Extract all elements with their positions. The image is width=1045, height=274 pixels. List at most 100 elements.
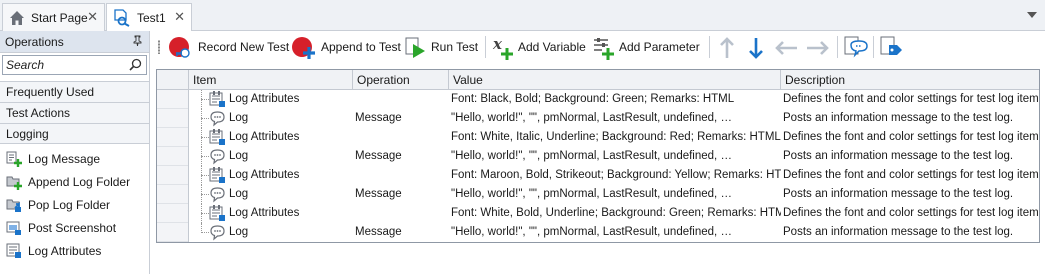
table-row[interactable]: Log Attributes Font: Maroon, Bold, Strike… (189, 166, 1039, 185)
cell-description[interactable]: Defines the font and color settings for … (783, 90, 1039, 109)
record-new-test-button[interactable]: Record New Test (168, 31, 289, 63)
category-logging[interactable]: Logging (0, 123, 149, 144)
operation-list: Log Message Append Log Folder Pop Log Fo… (0, 144, 149, 262)
cell-description[interactable]: Defines the font and color settings for … (783, 128, 1039, 147)
search-box[interactable] (2, 55, 147, 75)
cell-value[interactable]: "Hello, world!", "", pmNormal, LastResul… (451, 109, 781, 128)
move-left-button[interactable] (775, 31, 801, 63)
cell-operation[interactable]: Message (355, 109, 449, 128)
row-selector[interactable] (157, 147, 188, 166)
cell-value[interactable]: Font: White, Italic, Underline; Backgrou… (451, 128, 781, 147)
table-row[interactable]: Log Message "Hello, world!", "", pmNormal,… (189, 147, 1039, 166)
cell-operation[interactable] (355, 90, 449, 109)
tab-start-page[interactable]: Start Page ✕ (2, 3, 105, 31)
row-selector[interactable] (157, 166, 188, 185)
cell-operation[interactable]: Message (355, 185, 449, 204)
cell-item[interactable]: Log Attributes (229, 166, 353, 185)
tab-test1[interactable]: Test1 ✕ (106, 3, 192, 32)
cell-description[interactable]: Posts an information message to the test… (783, 109, 1039, 128)
category-test-actions[interactable]: Test Actions (0, 102, 149, 123)
cell-value[interactable]: "Hello, world!", "", pmNormal, LastResul… (451, 185, 781, 204)
comment-icon (844, 36, 868, 58)
cell-item[interactable]: Log Attributes (229, 90, 353, 109)
row-selector[interactable] (157, 90, 188, 109)
header-gutter (157, 70, 189, 90)
row-selector[interactable] (157, 128, 188, 147)
tree-branch (201, 175, 209, 176)
search-icon[interactable] (129, 58, 142, 74)
cell-operation[interactable] (355, 204, 449, 223)
cell-operation[interactable]: Message (355, 223, 449, 242)
row-selector[interactable] (157, 109, 188, 128)
close-icon[interactable]: ✕ (174, 10, 185, 23)
cell-operation[interactable] (355, 128, 449, 147)
append-record-icon (291, 36, 317, 59)
arrow-up-icon (716, 36, 738, 58)
cell-value[interactable]: Font: White, Bold, Underline; Background… (451, 204, 781, 223)
cell-item[interactable]: Log (229, 147, 353, 166)
operation-label: Append Log Folder (28, 174, 131, 189)
category-list: Frequently Used Test Actions Logging (0, 81, 149, 144)
row-selector[interactable] (157, 204, 188, 223)
add-parameter-icon (593, 36, 615, 60)
tag-button[interactable] (880, 31, 906, 63)
cell-description[interactable]: Posts an information message to the test… (783, 223, 1039, 242)
cell-item[interactable]: Log (229, 185, 353, 204)
toolbar-grip[interactable] (158, 40, 160, 54)
table-row[interactable]: Log Message "Hello, world!", "", pmNormal,… (189, 185, 1039, 204)
cell-description[interactable]: Defines the font and color settings for … (783, 204, 1039, 223)
table-row[interactable]: Log Attributes Font: White, Bold, Underli… (189, 204, 1039, 223)
add-variable-button[interactable]: x Add Variable (492, 31, 586, 63)
chevron-down-icon[interactable] (1027, 12, 1037, 18)
table-row[interactable]: Log Attributes Font: Black, Bold; Backgro… (189, 90, 1039, 109)
operation-pop-log-folder[interactable]: Pop Log Folder (0, 193, 149, 216)
row-selector[interactable] (157, 185, 188, 204)
tab-label: Test1 (137, 11, 166, 25)
category-frequently-used[interactable]: Frequently Used (0, 81, 149, 102)
test-editor-toolbar: Record New Test Append to Test Run Test … (151, 31, 1045, 65)
cell-value[interactable]: "Hello, world!", "", pmNormal, LastResul… (451, 147, 781, 166)
cell-item[interactable]: Log (229, 223, 353, 242)
cell-item[interactable]: Log (229, 109, 353, 128)
cell-value[interactable]: Font: Black, Bold; Background: Green; Re… (451, 90, 781, 109)
cell-value[interactable]: "Hello, world!", "", pmNormal, LastResul… (451, 223, 781, 242)
append-to-test-button[interactable]: Append to Test (291, 31, 401, 63)
table-row[interactable]: Log Message "Hello, world!", "", pmNormal,… (189, 109, 1039, 128)
column-header-description[interactable]: Description (781, 70, 1039, 90)
column-header-item[interactable]: Item (189, 70, 353, 90)
cell-operation[interactable]: Message (355, 147, 449, 166)
operation-post-screenshot[interactable]: Post Screenshot (0, 216, 149, 239)
move-down-button[interactable] (745, 31, 771, 63)
run-test-button[interactable]: Run Test (405, 31, 478, 63)
test-steps-grid[interactable]: Item Operation Value Description Log Att… (156, 69, 1040, 243)
cell-description[interactable]: Defines the font and color settings for … (783, 166, 1039, 185)
operation-log-message[interactable]: Log Message (0, 147, 149, 170)
log-message-icon (209, 186, 226, 203)
pin-icon[interactable] (132, 35, 143, 49)
home-icon (9, 10, 25, 26)
close-icon[interactable]: ✕ (87, 10, 98, 23)
search-input[interactable] (6, 58, 126, 72)
column-header-operation[interactable]: Operation (353, 70, 449, 90)
table-row[interactable]: Log Message "Hello, world!", "", pmNormal,… (189, 223, 1039, 242)
cell-item[interactable]: Log Attributes (229, 204, 353, 223)
operation-label: Post Screenshot (28, 220, 117, 235)
move-right-button[interactable] (805, 31, 831, 63)
cell-description[interactable]: Posts an information message to the test… (783, 147, 1039, 166)
comment-button[interactable] (844, 31, 870, 63)
log-message-icon (209, 148, 226, 165)
toolbar-separator (873, 36, 874, 58)
run-icon (405, 36, 427, 58)
column-header-value[interactable]: Value (449, 70, 781, 90)
cell-value[interactable]: Font: Maroon, Bold, Strikeout; Backgroun… (451, 166, 781, 185)
cell-operation[interactable] (355, 166, 449, 185)
move-up-button[interactable] (716, 31, 742, 63)
arrow-right-icon (805, 36, 829, 58)
operation-log-attributes[interactable]: Log Attributes (0, 239, 149, 262)
operation-append-log-folder[interactable]: Append Log Folder (0, 170, 149, 193)
row-selector[interactable] (157, 223, 188, 242)
cell-description[interactable]: Posts an information message to the test… (783, 185, 1039, 204)
cell-item[interactable]: Log Attributes (229, 128, 353, 147)
table-row[interactable]: Log Attributes Font: White, Italic, Under… (189, 128, 1039, 147)
add-parameter-button[interactable]: Add Parameter (593, 31, 700, 63)
